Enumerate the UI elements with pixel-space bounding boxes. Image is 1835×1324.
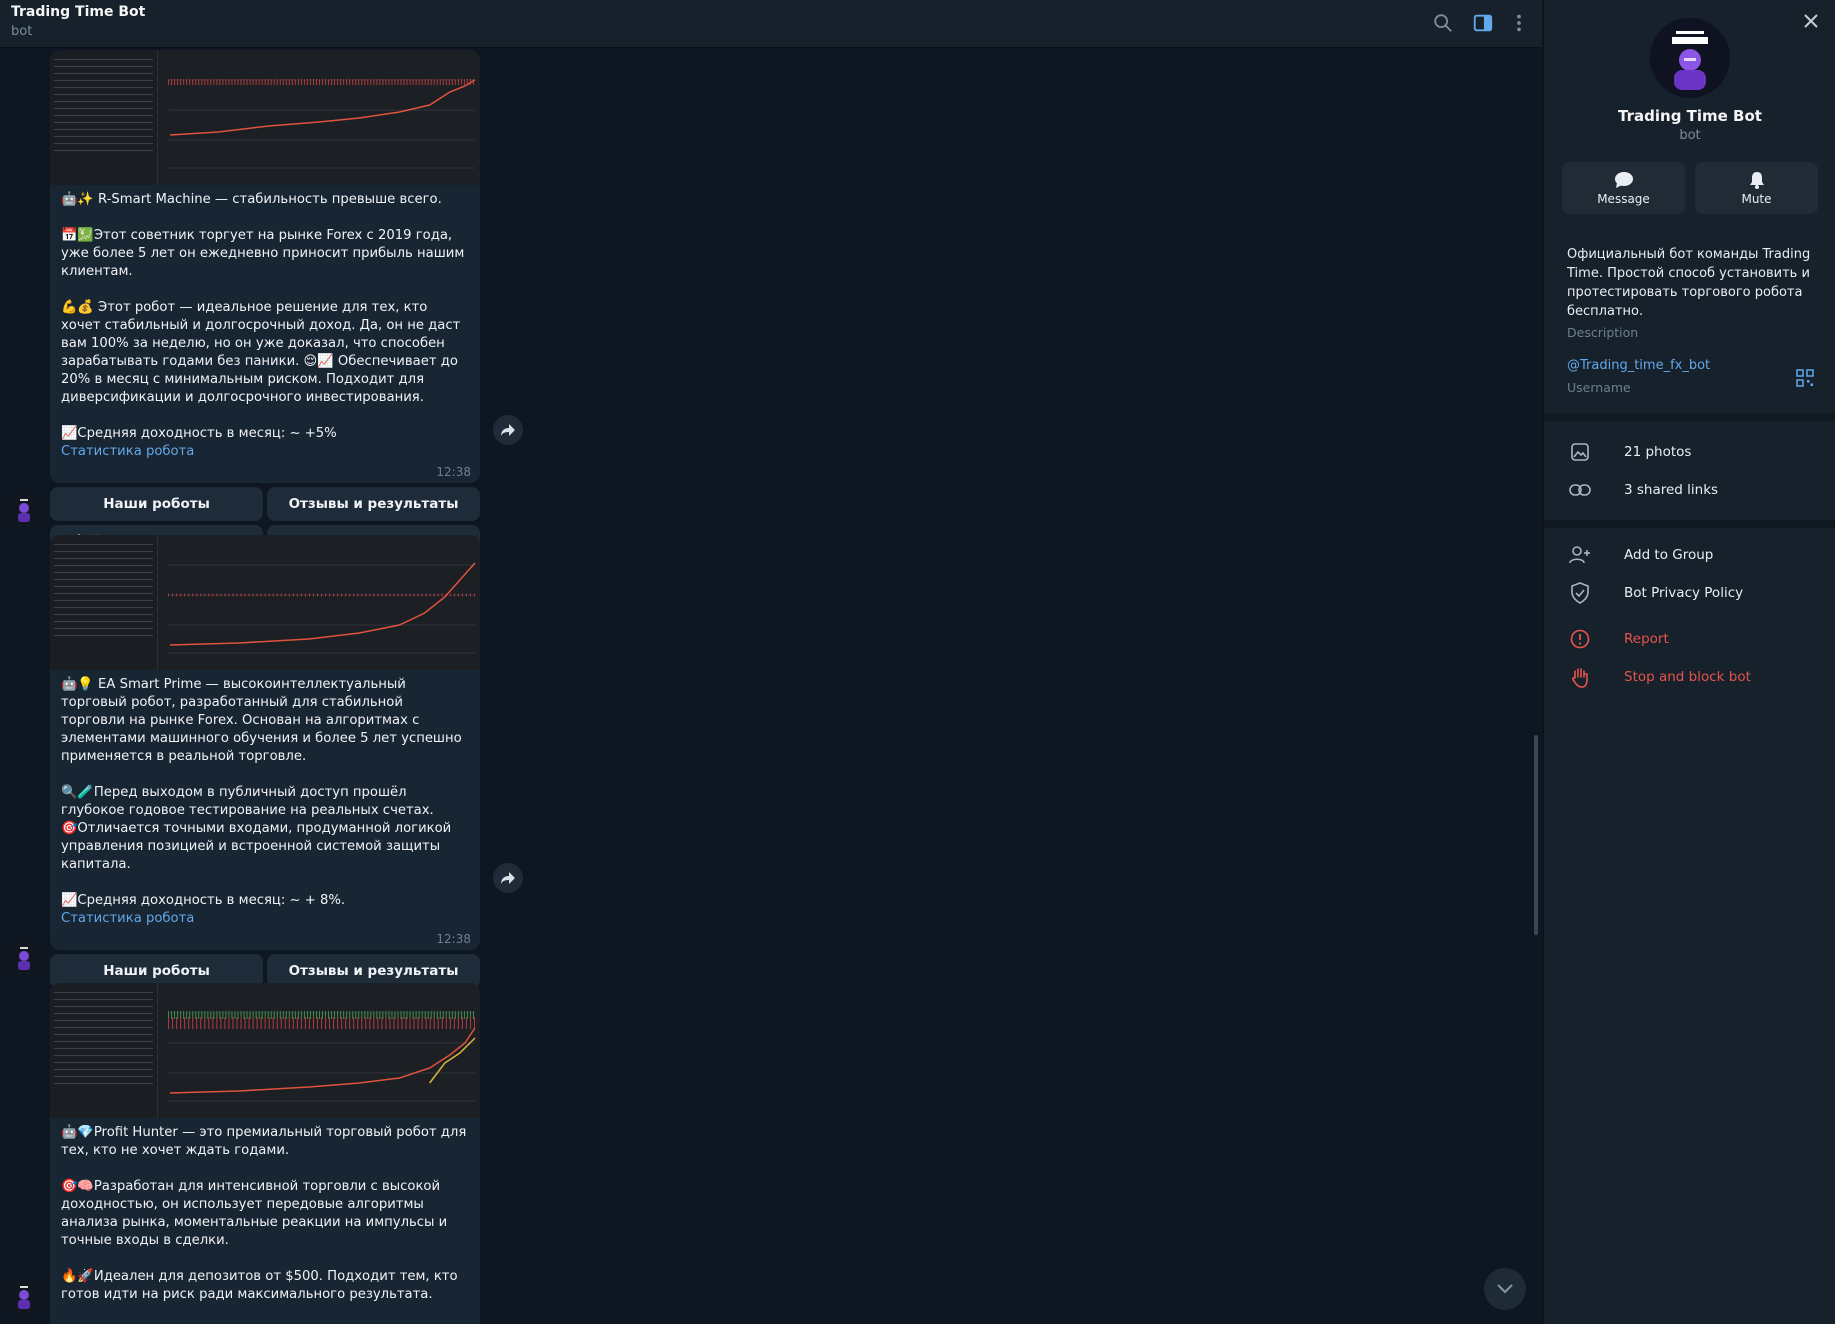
- message-paragraph: 🎯🧠Разработан для интенсивной торговли с …: [61, 1179, 452, 1248]
- equity-chart-image: [168, 1011, 476, 1102]
- chat-bubble-icon: [1614, 171, 1633, 188]
- description-text: Официальный бот команды Trading Time. Пр…: [1567, 247, 1811, 319]
- more-menu-icon[interactable]: [1508, 12, 1530, 34]
- description-label: Description: [1567, 325, 1639, 340]
- message-text: 🤖✨ R-Smart Machine — стабильность превыш…: [50, 185, 480, 483]
- username-label: Username: [1567, 380, 1631, 395]
- equity-chart-image: [168, 562, 476, 654]
- robot-avatar-icon: [18, 1286, 30, 1309]
- search-icon[interactable]: [1432, 12, 1454, 34]
- our-robots-button[interactable]: Наши роботы: [50, 487, 263, 521]
- mute-button[interactable]: Mute: [1695, 162, 1818, 214]
- message-paragraph: 🤖💡 EA Smart Prime — высокоинтеллектуальн…: [61, 677, 466, 764]
- message-text: 🤖💎Profit Hunter — это премиальный торгов…: [50, 1118, 480, 1324]
- profile-avatar[interactable]: [1650, 18, 1730, 98]
- close-icon[interactable]: [1802, 12, 1820, 30]
- stats-panel-image: [50, 50, 158, 185]
- bot-description: Официальный бот команды Trading Time. Пр…: [1567, 245, 1817, 342]
- robot-avatar-icon: [18, 947, 30, 970]
- message: 🤖✨ R-Smart Machine — стабильность превыш…: [50, 50, 480, 559]
- privacy-policy-label: Bot Privacy Policy: [1624, 585, 1744, 601]
- message-paragraph: 🔍🧪Перед выходом в публичный доступ прошё…: [61, 785, 452, 872]
- profile-name: Trading Time Bot: [1618, 107, 1762, 125]
- scroll-down-button[interactable]: [1484, 1268, 1526, 1310]
- stats-panel-image: [50, 983, 158, 1118]
- share-button[interactable]: [493, 415, 523, 445]
- message-bubble: 🤖💡 EA Smart Prime — высокоинтеллектуальн…: [50, 535, 480, 950]
- message-button[interactable]: Message: [1562, 162, 1685, 214]
- message: 🤖💡 EA Smart Prime — высокоинтеллектуальн…: [50, 535, 480, 1026]
- message-paragraph: 📈Средняя доходность в месяц: ~ +5%: [61, 426, 337, 441]
- message-bubble: 🤖💎Profit Hunter — это премиальный торгов…: [50, 983, 480, 1324]
- bot-avatar[interactable]: [8, 494, 40, 526]
- chevron-down-icon: [1497, 1284, 1513, 1294]
- stats-screenshot[interactable]: [50, 983, 480, 1118]
- add-to-group-label: Add to Group: [1624, 547, 1714, 563]
- message-bubble: 🤖✨ R-Smart Machine — стабильность превыш…: [50, 50, 480, 483]
- add-to-group-item[interactable]: Add to Group: [1544, 536, 1835, 574]
- robot-logo-icon: [1650, 18, 1730, 98]
- bot-avatar[interactable]: [8, 1281, 40, 1313]
- stats-screenshot[interactable]: [50, 50, 480, 185]
- report-label: Report: [1624, 631, 1669, 647]
- stats-screenshot[interactable]: [50, 535, 480, 670]
- link-icon: [1569, 484, 1591, 496]
- report-item[interactable]: Report: [1544, 620, 1835, 658]
- sidebar-toggle-icon[interactable]: [1472, 12, 1494, 34]
- robot-avatar-icon: [18, 499, 30, 522]
- message-paragraph: 🤖💎Profit Hunter — это премиальный торгов…: [61, 1125, 471, 1158]
- section-divider: [1544, 520, 1835, 528]
- share-button[interactable]: [493, 863, 523, 893]
- stats-panel-image: [50, 535, 158, 670]
- stop-block-item[interactable]: Stop and block bot: [1544, 658, 1835, 696]
- message-time: 12:38: [436, 465, 471, 479]
- chat-area: Trading Time Bot bot 🤖✨ R-Smart Machine …: [0, 0, 1542, 1324]
- profile-subtitle: bot: [1679, 128, 1701, 143]
- message-paragraph: 🔥🚀Идеален для депозитов от $500. Подходи…: [61, 1269, 462, 1302]
- reviews-button[interactable]: Отзывы и результаты: [267, 487, 480, 521]
- chat-subtitle: bot: [11, 24, 33, 39]
- message-time: 12:38: [436, 932, 471, 946]
- share-icon: [501, 872, 515, 884]
- message-button-label: Message: [1597, 191, 1650, 206]
- equity-chart-image: [168, 79, 476, 169]
- message: 🤖💎Profit Hunter — это премиальный торгов…: [50, 983, 480, 1324]
- warning-icon: [1570, 629, 1590, 649]
- message-text: 🤖💡 EA Smart Prime — высокоинтеллектуальн…: [50, 670, 480, 950]
- stop-block-label: Stop and block bot: [1624, 669, 1751, 685]
- shield-icon: [1571, 582, 1589, 604]
- bell-icon: [1749, 171, 1764, 189]
- privacy-policy-item[interactable]: Bot Privacy Policy: [1544, 574, 1835, 612]
- chat-title: Trading Time Bot: [11, 4, 146, 20]
- bot-username[interactable]: @Trading_time_fx_bot: [1567, 358, 1710, 373]
- qr-code-icon[interactable]: [1796, 369, 1814, 387]
- bot-avatar[interactable]: [8, 942, 40, 974]
- mute-button-label: Mute: [1741, 191, 1772, 206]
- hand-stop-icon: [1572, 668, 1588, 688]
- links-count: 3 shared links: [1624, 482, 1719, 498]
- share-icon: [501, 424, 515, 436]
- profile-panel: Trading Time Bot bot Message Mute Официа…: [1543, 0, 1835, 1324]
- photo-icon: [1571, 443, 1589, 461]
- add-user-icon: [1569, 546, 1590, 564]
- message-list[interactable]: 🤖✨ R-Smart Machine — стабильность превыш…: [0, 48, 1530, 1324]
- message-paragraph: 📅💹Этот советник торгует на рынке Forex с…: [61, 228, 469, 279]
- message-paragraph: 💪💰 Этот робот — идеальное решение для те…: [61, 300, 465, 405]
- message-paragraph: 📈Средняя доходность в месяц: ~ + 8%.: [61, 893, 346, 908]
- chat-header[interactable]: Trading Time Bot bot: [0, 0, 1542, 48]
- shared-photos-item[interactable]: 21 photos: [1544, 433, 1835, 471]
- section-divider: [1544, 413, 1835, 421]
- stats-link[interactable]: Статистика робота: [61, 443, 469, 461]
- stats-link[interactable]: Статистика робота: [61, 910, 469, 928]
- chat-scrollbar[interactable]: [1534, 735, 1538, 935]
- photos-count: 21 photos: [1624, 444, 1692, 460]
- shared-links-item[interactable]: 3 shared links: [1544, 471, 1835, 509]
- message-paragraph: 🤖✨ R-Smart Machine — стабильность превыш…: [61, 192, 442, 207]
